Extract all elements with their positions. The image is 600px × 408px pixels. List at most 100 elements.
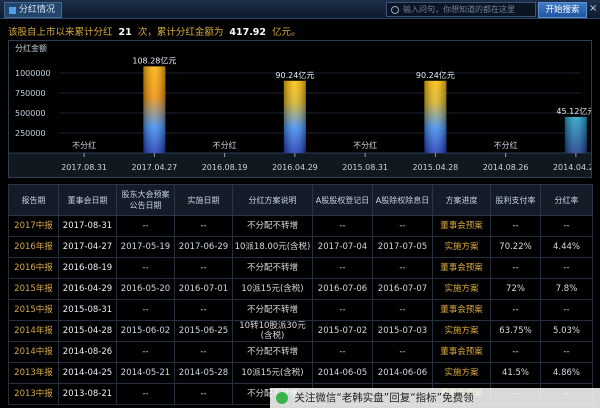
table-cell: 2017-04-27 [58, 236, 117, 258]
x-tick-label: 2017.08.31 [61, 163, 107, 172]
table-row[interactable]: 2015中报 2015-08-31 -- -- 不分配不转增 -- -- 董事会预案 -- -- [8, 299, 593, 321]
y-tick-label: 1000000 [15, 69, 51, 78]
column-header[interactable]: 董事会日期 [58, 184, 117, 216]
wechat-icon [276, 392, 288, 404]
table-cell: 72% [490, 278, 541, 300]
table-cell: 实施方案 [432, 278, 491, 300]
table-cell: 2016-07-06 [312, 278, 373, 300]
table-cell: -- [116, 257, 175, 279]
table-row[interactable]: 2013年报 2014-04-25 2014-05-21 2014-05-28 10派1… [8, 362, 593, 384]
table-cell: 2017-07-05 [372, 236, 433, 258]
table-cell: -- [490, 215, 541, 237]
table-cell: 10转10股派30元(含税) [232, 320, 313, 342]
search-button[interactable]: 开始搜索 [538, 2, 587, 18]
table-cell: 5.03% [540, 320, 593, 342]
table-cell: -- [540, 215, 593, 237]
table-cell: 2015-06-25 [174, 320, 233, 342]
table-cell: 实施方案 [432, 320, 491, 342]
table-cell: -- [490, 341, 541, 363]
table-cell: -- [116, 215, 175, 237]
table-cell: 2015-06-02 [116, 320, 175, 342]
dividend-table-wrap: 报告期 董事会日期 股东大会预案公告日期 实施日期 分红方案说明 A股股权登记日 A股除权除… [8, 184, 593, 405]
column-header[interactable]: 方案进度 [432, 184, 491, 216]
table-cell: -- [116, 341, 175, 363]
column-header[interactable]: 报告期 [8, 184, 59, 216]
table-cell: 董事会预案 [432, 215, 491, 237]
column-header[interactable]: 分红率 [540, 184, 593, 216]
y-axis-label: 分红金额 [15, 43, 47, 53]
table-cell: -- [312, 299, 373, 321]
table-cell: 2014年报 [8, 320, 59, 342]
table-cell: 2014中报 [8, 341, 59, 363]
table-cell: -- [174, 215, 233, 237]
table-cell: 董事会预案 [432, 257, 491, 279]
dividend-chart-svg: 分红金额 250000 500000 750000 1000000 2017.08.31 不… [9, 43, 591, 177]
x-tick-label: 2015.04.28 [412, 163, 458, 172]
table-cell: 不分配不转增 [232, 299, 313, 321]
column-header[interactable]: 分红方案说明 [232, 184, 313, 216]
no-dividend-label: 不分红 [353, 140, 377, 150]
search-input[interactable] [403, 5, 531, 14]
no-dividend-label: 不分红 [213, 140, 237, 150]
table-cell: -- [490, 257, 541, 279]
table-row[interactable]: 2015年报 2016-04-29 2016-05-20 2016-07-01 10派1… [8, 278, 593, 300]
table-cell: 10派15元(含税) [232, 278, 313, 300]
bar-value-label: 90.24亿元 [416, 70, 455, 80]
x-tick-label: 2014.08.26 [483, 163, 529, 172]
table-cell: 41.5% [490, 362, 541, 384]
table-cell: -- [372, 299, 433, 321]
column-header[interactable]: A股除权除息日 [372, 184, 433, 216]
table-cell: -- [372, 215, 433, 237]
column-header[interactable]: 实施日期 [174, 184, 233, 216]
y-tick-label: 250000 [15, 129, 46, 138]
table-cell: -- [116, 383, 175, 405]
table-cell: 2016-07-01 [174, 278, 233, 300]
table-cell: 2017-05-19 [116, 236, 175, 258]
table-cell: -- [312, 215, 373, 237]
table-cell: 2016-08-19 [58, 257, 117, 279]
table-cell: 2016中报 [8, 257, 59, 279]
bar-value-label: 90.24亿元 [275, 70, 314, 80]
x-tick-label: 2016.04.29 [272, 163, 318, 172]
close-icon[interactable]: × [589, 3, 597, 15]
table-row[interactable]: 2016年报 2017-04-27 2017-05-19 2017-06-29 10派1… [8, 236, 593, 258]
watermark-banner: 关注微信“老韩实盘”回复“指标”免费领 [270, 388, 600, 408]
x-tick-label: 2015.08.31 [342, 163, 388, 172]
column-header[interactable]: 股东大会预案公告日期 [116, 184, 175, 216]
table-cell: -- [540, 299, 593, 321]
table-cell: 70.22% [490, 236, 541, 258]
table-cell: 2014-05-28 [174, 362, 233, 384]
table-cell: 2017-08-31 [58, 215, 117, 237]
search-box[interactable] [386, 2, 536, 17]
title-bar: 分红情况 开始搜索 × [0, 0, 600, 19]
column-header[interactable]: 股利支付率 [490, 184, 541, 216]
table-cell: 2017中报 [8, 215, 59, 237]
column-header[interactable]: A股股权登记日 [312, 184, 373, 216]
table-row[interactable]: 2017中报 2017-08-31 -- -- 不分配不转增 -- -- 董事会预案 -- -- [8, 215, 593, 237]
table-cell: -- [174, 341, 233, 363]
table-cell: -- [174, 383, 233, 405]
table-cell: 2016年报 [8, 236, 59, 258]
search-icon [391, 5, 399, 14]
table-cell: -- [490, 299, 541, 321]
table-cell: -- [312, 341, 373, 363]
dividend-summary: 该股自上市以来累计分红 21 次，累计分红金额为 417.92 亿元。 [8, 24, 301, 38]
table-cell: 4.86% [540, 362, 593, 384]
dividend-table: 报告期 董事会日期 股东大会预案公告日期 实施日期 分红方案说明 A股股权登记日 A股除权除… [8, 184, 593, 405]
summary-count-unit: 次，累计分红金额为 [137, 27, 224, 38]
table-cell: 2013-08-21 [58, 383, 117, 405]
summary-prefix: 该股自上市以来累计分红 [8, 27, 113, 38]
table-row[interactable]: 2014中报 2014-08-26 -- -- 不分配不转增 -- -- 董事会预案 -- -- [8, 341, 593, 363]
table-cell: 2014-06-05 [312, 362, 373, 384]
table-cell: 2015-08-31 [58, 299, 117, 321]
bar-shading [143, 66, 166, 153]
table-cell: 10派18.00元(含税) [232, 236, 313, 258]
tab-dividend[interactable]: 分红情况 [4, 2, 63, 18]
table-cell: 7.8% [540, 278, 593, 300]
table-cell: -- [174, 257, 233, 279]
table-row[interactable]: 2016中报 2016-08-19 -- -- 不分配不转增 -- -- 董事会预案 -- -- [8, 257, 593, 279]
dividend-chart: 分红金额 250000 500000 750000 1000000 2017.08.31 不… [8, 40, 592, 178]
table-row[interactable]: 2014年报 2015-04-28 2015-06-02 2015-06-25 10转1… [8, 320, 593, 342]
table-cell: 不分配不转增 [232, 257, 313, 279]
table-cell: 2014-04-25 [58, 362, 117, 384]
